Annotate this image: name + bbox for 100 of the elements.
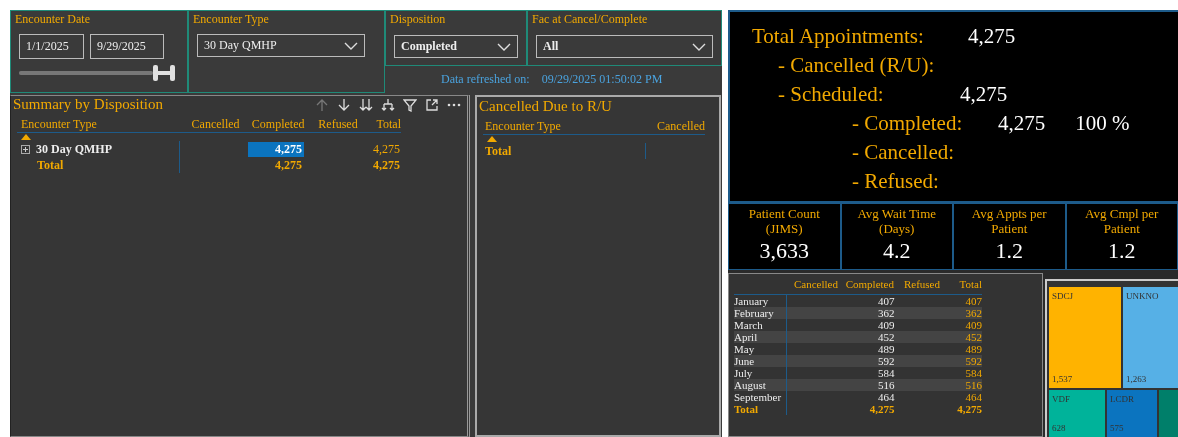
table-cell-text: 4,275 bbox=[274, 157, 303, 173]
table-cell: 409 bbox=[965, 319, 982, 331]
column-header[interactable]: Refused bbox=[304, 117, 358, 132]
treemap-tile[interactable]: SDCJ 1,537 bbox=[1049, 287, 1121, 388]
filter-icon[interactable] bbox=[403, 97, 417, 112]
tile-label: LCDR bbox=[1110, 394, 1135, 404]
card-label: Avg Appts per Patient bbox=[970, 206, 1048, 236]
kpi-label: - Cancelled (R/U): bbox=[778, 53, 936, 78]
sort-ascending-icon bbox=[21, 134, 31, 140]
card-value: 4.2 bbox=[883, 238, 911, 264]
tile-label: UNKNO bbox=[1126, 291, 1160, 301]
column-header[interactable]: Encounter Type bbox=[17, 117, 177, 132]
table-cell: 407 bbox=[965, 295, 982, 307]
slider-handle[interactable] bbox=[153, 65, 175, 81]
card-value: 1.2 bbox=[995, 238, 1023, 264]
table-cell: 362 bbox=[877, 307, 895, 319]
table-cell: 4,275 bbox=[869, 403, 895, 415]
end-date-field[interactable]: 9/29/2025 bbox=[90, 34, 164, 59]
kpi-value: 4,275 bbox=[968, 24, 1016, 49]
kpi-label: - Completed: bbox=[852, 111, 964, 136]
filter-title: Fac at Cancel/Complete bbox=[532, 12, 649, 27]
month-label: January bbox=[734, 295, 769, 307]
column-header[interactable]: Completed bbox=[838, 278, 894, 290]
tile-label: VDF bbox=[1052, 394, 1071, 404]
month-label: June bbox=[734, 355, 755, 367]
dropdown[interactable]: 30 Day QMHP bbox=[197, 34, 365, 57]
month-label: September bbox=[734, 391, 782, 403]
row-label: 30 Day QMHP bbox=[36, 141, 112, 157]
card-value: 1.2 bbox=[1108, 238, 1136, 264]
card-value: 3,633 bbox=[759, 238, 809, 264]
double-down-arrow-icon[interactable] bbox=[359, 97, 373, 112]
card-label: Avg Cmpl per Patient bbox=[1084, 206, 1160, 236]
kpi-value: 4,275 bbox=[960, 82, 1008, 107]
chevron-down-icon bbox=[692, 42, 706, 51]
row-label: Total bbox=[37, 157, 64, 173]
card-label: Avg Wait Time (Days) bbox=[856, 206, 938, 236]
month-label: Total bbox=[734, 403, 759, 415]
start-date-field[interactable]: 1/1/2025 bbox=[19, 34, 84, 59]
column-header[interactable]: Encounter Type bbox=[483, 119, 645, 134]
fork-icon[interactable] bbox=[381, 97, 395, 112]
filter-title: Encounter Type bbox=[193, 12, 270, 27]
table-cell: 464 bbox=[965, 391, 982, 403]
chevron-down-icon bbox=[497, 42, 511, 51]
column-header[interactable]: Refused bbox=[894, 278, 940, 290]
month-label: July bbox=[734, 367, 753, 379]
kpi-label: - Scheduled: bbox=[778, 82, 885, 107]
month-label: April bbox=[734, 331, 758, 343]
table-cell: 464 bbox=[877, 391, 895, 403]
table-cell: 584 bbox=[965, 367, 982, 379]
dropdown[interactable]: Completed bbox=[394, 35, 518, 58]
table-cell: 592 bbox=[965, 355, 982, 367]
refresh-timestamp: 09/29/2025 01:50:02 PM bbox=[541, 72, 663, 87]
month-label: May bbox=[734, 343, 755, 355]
tile-label: SDCJ bbox=[1052, 291, 1074, 301]
filter-title: Encounter Date bbox=[15, 12, 91, 27]
kpi-label: Total Appointments: bbox=[752, 24, 925, 49]
down-arrow-icon[interactable] bbox=[337, 97, 351, 112]
dropdown[interactable]: All bbox=[536, 35, 713, 58]
tile-value: 575 bbox=[1110, 423, 1125, 433]
table-cell: 592 bbox=[877, 355, 895, 367]
expand-icon[interactable] bbox=[21, 144, 30, 154]
tile-value: 1,537 bbox=[1052, 374, 1074, 384]
panel-title: Cancelled Due to R/U bbox=[478, 98, 612, 115]
table-cell: 407 bbox=[877, 295, 895, 307]
row-label: Total bbox=[485, 143, 512, 158]
month-label: March bbox=[734, 319, 763, 331]
treemap-tile[interactable]: UNKNO 1,263 bbox=[1123, 287, 1178, 388]
column-header[interactable]: Cancelled bbox=[645, 119, 705, 134]
treemap-tile[interactable] bbox=[1159, 390, 1178, 437]
table-cell: 452 bbox=[965, 331, 982, 343]
table-cell: 452 bbox=[877, 331, 895, 343]
kpi-label: - Cancelled: bbox=[852, 140, 956, 165]
column-header[interactable]: Cancelled bbox=[176, 117, 240, 132]
sort-ascending-icon bbox=[487, 136, 497, 142]
kpi-value: 4,275 bbox=[998, 111, 1046, 136]
table-cell: 516 bbox=[877, 379, 895, 391]
column-header[interactable]: Total bbox=[357, 117, 401, 132]
chevron-down-icon bbox=[344, 41, 358, 50]
month-label: August bbox=[734, 379, 766, 391]
tile-value: 1,263 bbox=[1126, 374, 1148, 384]
column-header[interactable]: Completed bbox=[239, 117, 305, 132]
table-cell: 489 bbox=[965, 343, 982, 355]
table-cell: 362 bbox=[965, 307, 982, 319]
table-cell: 516 bbox=[965, 379, 982, 391]
refresh-label: Data refreshed on: bbox=[441, 72, 530, 87]
panel-title: Summary by Disposition bbox=[12, 96, 163, 113]
table-cell: 4,275 bbox=[957, 403, 982, 415]
treemap-tile[interactable]: VDF 628 bbox=[1049, 390, 1105, 437]
column-header[interactable]: Total bbox=[940, 278, 982, 290]
month-label: February bbox=[734, 307, 774, 319]
table-cell: 584 bbox=[877, 367, 895, 379]
card-label: Patient Count (JIMS) bbox=[747, 206, 821, 236]
table-cell: 489 bbox=[877, 343, 895, 355]
table-cell-text: 4,275 bbox=[372, 157, 401, 173]
kpi-percent: 100 % bbox=[1075, 111, 1130, 136]
column-header[interactable]: Cancelled bbox=[786, 278, 838, 290]
focus-mode-icon[interactable] bbox=[425, 97, 439, 112]
table-cell: 409 bbox=[877, 319, 895, 331]
table-cell[interactable]: 4,275 bbox=[248, 141, 304, 157]
kpi-label: - Refused: bbox=[852, 169, 940, 194]
